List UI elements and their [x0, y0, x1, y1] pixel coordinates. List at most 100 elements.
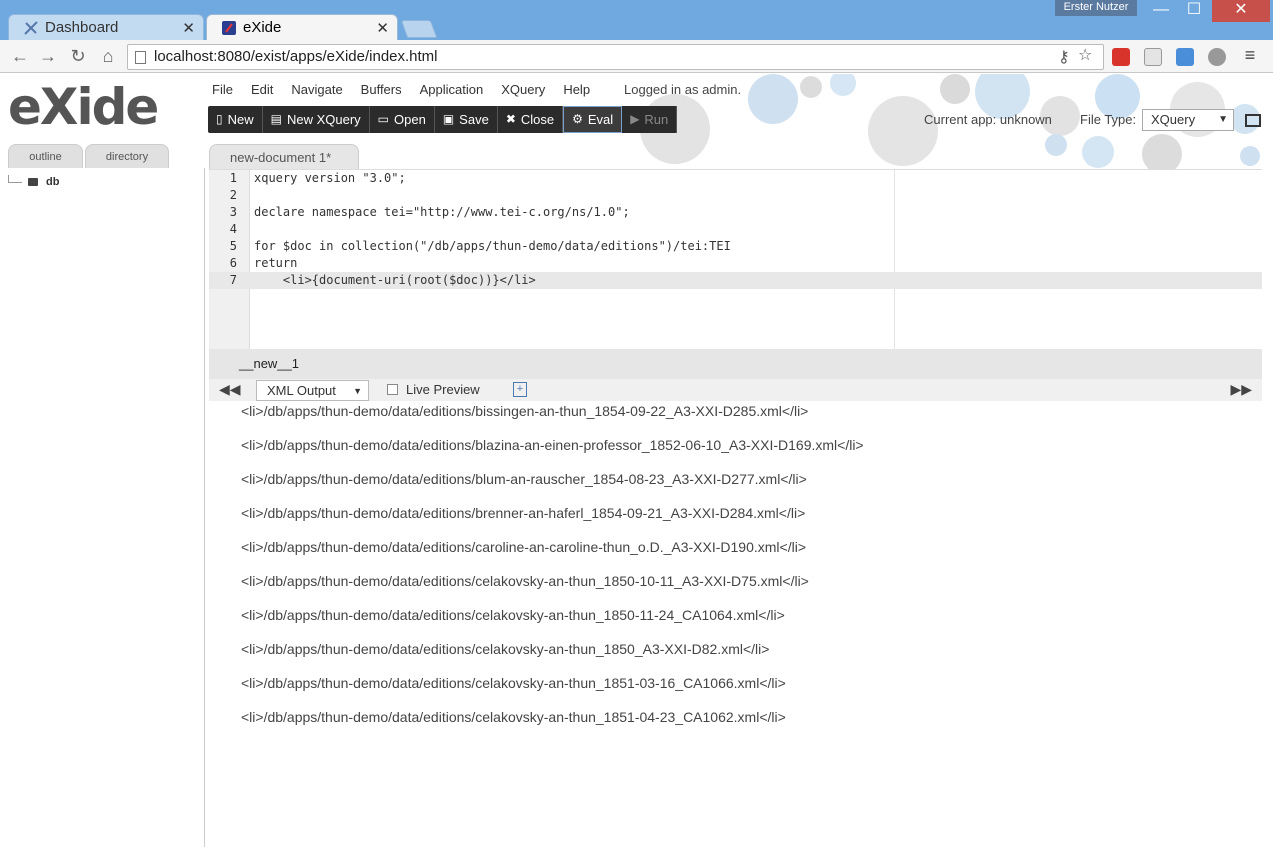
result-row: <li>/db/apps/thun-demo/data/editions/cel…	[241, 607, 785, 623]
close-tab-icon[interactable]: ✕	[376, 19, 389, 37]
code-line[interactable]: 4	[209, 221, 1262, 238]
tree-line	[8, 175, 22, 183]
back-icon[interactable]: ←	[8, 45, 32, 69]
close-label: Close	[520, 112, 555, 127]
expand-output-icon[interactable]: +	[513, 382, 527, 397]
tab-dashboard[interactable]: Dashboard ✕	[8, 14, 204, 40]
code-line[interactable]: 6 return	[209, 255, 1262, 272]
live-preview-label: Live Preview	[406, 382, 480, 397]
code-text: for $doc in collection("/db/apps/thun-de…	[254, 239, 731, 253]
live-preview-checkbox[interactable]	[387, 384, 398, 395]
code-text: <li>{document-uri(root($doc))}</li>	[254, 273, 536, 287]
menu-help[interactable]: Help	[563, 82, 590, 97]
menu-xquery[interactable]: XQuery	[501, 82, 545, 97]
new-button[interactable]: ▯ New	[208, 106, 263, 133]
dropdown-arrow-icon: ▼	[1218, 114, 1228, 125]
fullscreen-icon[interactable]	[1245, 114, 1261, 127]
close-icon: ✖	[505, 112, 516, 126]
menu-edit[interactable]: Edit	[251, 82, 273, 97]
open-label: Open	[394, 112, 426, 127]
previous-page-icon[interactable]: ◀◀	[219, 381, 241, 398]
document-tab[interactable]: new-document 1*	[209, 144, 359, 169]
code-line[interactable]: 5 for $doc in collection("/db/apps/thun-…	[209, 238, 1262, 255]
menu-icon[interactable]: ≡	[1238, 44, 1262, 68]
tab-outline[interactable]: outline	[8, 144, 83, 168]
menu-navigate[interactable]: Navigate	[291, 82, 342, 97]
code-editor[interactable]: 1 xquery version "3.0"; 2 3 declare name…	[209, 169, 1262, 350]
file-type-value: XQuery	[1151, 112, 1196, 127]
open-button[interactable]: ▭ Open	[370, 106, 435, 133]
key-icon[interactable]: ⚷	[1058, 46, 1070, 70]
code-line[interactable]: 2	[209, 187, 1262, 204]
forward-icon[interactable]: →	[36, 45, 60, 69]
tab-title: eXide	[243, 19, 282, 36]
sidebar: db	[0, 168, 205, 847]
exide-app: eXide File Edit Navigate Buffers Applica…	[0, 74, 1273, 847]
result-row: <li>/db/apps/thun-demo/data/editions/cel…	[241, 641, 770, 657]
browser-titlebar: Dashboard ✕ eXide ✕ Erster Nutzer — ☐ ✕	[0, 0, 1273, 40]
new-xquery-label: New XQuery	[286, 112, 361, 127]
file-type-label: File Type:	[1080, 112, 1137, 127]
minimize-icon[interactable]: —	[1148, 0, 1174, 22]
line-number: 5	[229, 239, 237, 253]
next-page-icon[interactable]: ▶▶	[1230, 381, 1252, 398]
close-tab-icon[interactable]: ✕	[182, 19, 195, 37]
save-label: Save	[459, 112, 489, 127]
extension-blue-icon[interactable]	[1176, 48, 1194, 66]
window-close-icon[interactable]: ✕	[1212, 0, 1270, 22]
editor-toolbar: ▯ New ▤ New XQuery ▭ Open ▣ Save ✖ Close ⚙ Eva…	[208, 106, 678, 133]
output-format-value: XML Output	[267, 383, 336, 398]
decor-bubble	[868, 96, 938, 166]
maximize-icon[interactable]: ☐	[1180, 0, 1208, 22]
folder-icon	[28, 178, 38, 186]
line-number: 6	[229, 256, 237, 270]
results-output: <li>/db/apps/thun-demo/data/editions/bis…	[209, 401, 1262, 847]
eval-button[interactable]: ⚙ Eval	[563, 106, 623, 133]
login-status: Logged in as admin.	[624, 82, 742, 97]
folder-open-icon: ▭	[377, 112, 390, 126]
exide-logo: eXide	[8, 78, 159, 136]
extension-page-icon[interactable]	[1144, 48, 1162, 66]
new-xquery-button[interactable]: ▤ New XQuery	[263, 106, 370, 133]
reload-icon[interactable]: ↻	[66, 45, 90, 69]
decor-bubble	[1045, 134, 1067, 156]
browser-toolbar: ← → ↻ ⌂ localhost:8080/exist/apps/eXide/…	[0, 40, 1273, 73]
line-number: 7	[229, 273, 237, 287]
home-icon[interactable]: ⌂	[96, 45, 120, 69]
menu-file[interactable]: File	[212, 82, 233, 97]
menu-bar: File Edit Navigate Buffers Application X…	[212, 82, 608, 97]
gears-icon: ⚙	[572, 112, 583, 126]
decor-bubble	[1082, 136, 1114, 168]
code-line-active[interactable]: 7 <li>{document-uri(root($doc))}</li>	[209, 272, 1262, 289]
tab-exide[interactable]: eXide ✕	[206, 14, 398, 40]
menu-buffers[interactable]: Buffers	[361, 82, 402, 97]
bookmark-star-icon[interactable]: ☆	[1078, 44, 1092, 68]
page-icon	[135, 51, 146, 64]
extension-red-icon[interactable]	[1112, 48, 1130, 66]
code-line[interactable]: 3 declare namespace tei="http://www.tei-…	[209, 204, 1262, 221]
menu-application[interactable]: Application	[420, 82, 484, 97]
decor-bubble	[940, 74, 970, 104]
code-line[interactable]: 1 xquery version "3.0";	[209, 170, 1262, 187]
line-number: 1	[229, 171, 237, 185]
skype-icon[interactable]	[1208, 48, 1226, 66]
app-header: eXide File Edit Navigate Buffers Applica…	[0, 74, 1273, 169]
tree-item-db[interactable]: db	[8, 175, 59, 188]
live-preview-toggle[interactable]: Live Preview	[387, 382, 480, 397]
new-tab-button[interactable]	[400, 20, 438, 38]
save-button[interactable]: ▣ Save	[435, 106, 498, 133]
decor-bubble	[1240, 146, 1260, 166]
address-bar[interactable]: localhost:8080/exist/apps/eXide/index.ht…	[127, 44, 1104, 70]
close-button[interactable]: ✖ Close	[498, 106, 564, 133]
file-type-select[interactable]: XQuery ▼	[1142, 109, 1234, 131]
output-format-select[interactable]: XML Output ▼	[256, 380, 369, 401]
tab-directory[interactable]: directory	[85, 144, 169, 168]
decor-bubble	[800, 76, 822, 98]
save-icon: ▣	[442, 112, 455, 126]
current-app: Current app: unknown	[924, 112, 1052, 127]
profile-badge[interactable]: Erster Nutzer	[1055, 0, 1137, 16]
code-text: return	[254, 256, 298, 270]
result-row: <li>/db/apps/thun-demo/data/editions/bis…	[241, 403, 809, 419]
run-button[interactable]: ▶ Run	[622, 106, 678, 133]
eval-label: Eval	[587, 112, 614, 127]
